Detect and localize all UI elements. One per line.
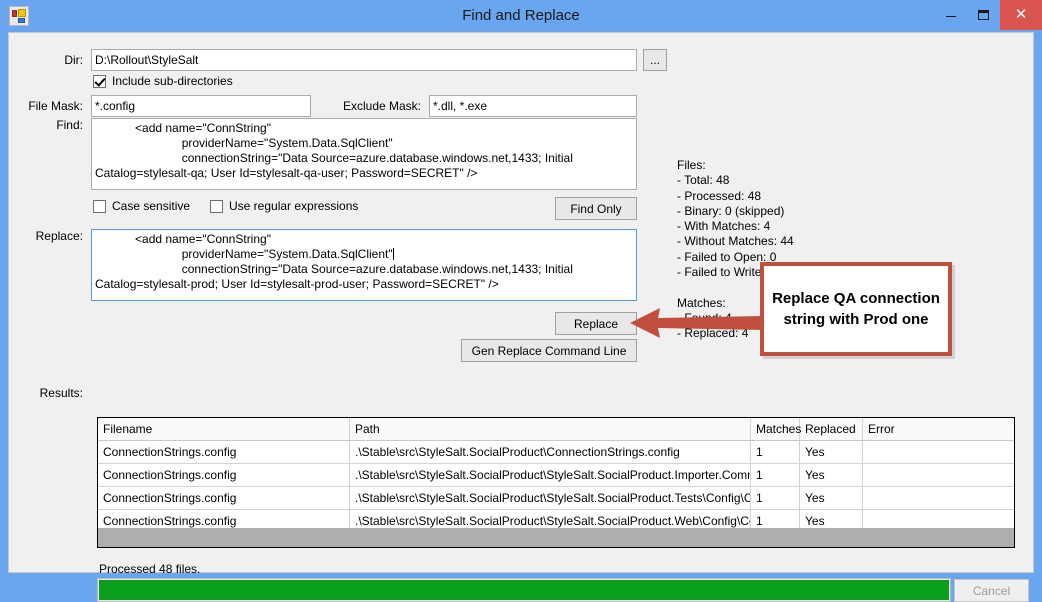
find-only-button[interactable]: Find Only [555,197,637,220]
cell-matches: 1 [751,441,800,463]
results-grid-header: Filename Path Matches Replaced Error [98,418,1014,441]
cell-path: .\Stable\src\StyleSalt.SocialProduct\Sty… [350,487,751,509]
find-and-replace-window: Find and Replace ✕ Dir: D:\Rollout\Style… [0,0,1042,602]
cell-error [863,464,1014,486]
include-subdirectories-label: Include sub-directories [112,74,233,88]
cell-path: .\Stable\src\StyleSalt.SocialProduct\Sty… [350,464,751,486]
case-sensitive-label: Case sensitive [112,199,191,213]
window-title: Find and Replace [462,7,580,24]
table-row[interactable]: ConnectionStrings.config .\Stable\src\St… [98,441,1014,464]
title-bar: Find and Replace ✕ [0,0,1042,32]
status-message: Processed 48 files. [99,562,201,576]
text-caret [392,248,394,260]
cell-error [863,487,1014,509]
cell-path: .\Stable\src\StyleSalt.SocialProduct\Con… [350,441,751,463]
annotation-arrow-icon [630,308,766,338]
cell-replaced: Yes [800,464,863,486]
gen-replace-command-line-button[interactable]: Gen Replace Command Line [461,339,637,362]
exclude-mask-label: Exclude Mask: [342,99,421,113]
column-header-filename[interactable]: Filename [98,418,350,440]
table-row[interactable]: ConnectionStrings.config .\Stable\src\St… [98,487,1014,510]
minimize-button[interactable] [934,0,967,30]
progress-bar-fill [99,580,949,600]
results-grid-filler [98,528,1014,547]
use-regex-checkbox[interactable]: Use regular expressions [210,199,358,213]
use-regex-label: Use regular expressions [229,199,359,213]
replace-textarea[interactable]: <add name="ConnString" providerName="Sys… [91,229,637,301]
replace-label: Replace: [35,229,83,243]
results-label: Results: [39,386,83,400]
column-header-error[interactable]: Error [863,418,1014,440]
cell-matches: 1 [751,464,800,486]
cell-matches: 1 [751,487,800,509]
cell-replaced: Yes [800,441,863,463]
cell-filename: ConnectionStrings.config [98,441,350,463]
column-header-replaced[interactable]: Replaced [800,418,863,440]
annotation-callout: Replace QA connection string with Prod o… [760,262,952,356]
cell-replaced: Yes [800,487,863,509]
file-mask-label: File Mask: [28,99,83,113]
find-textarea[interactable]: <add name="ConnString" providerName="Sys… [91,118,637,190]
find-label: Find: [56,118,83,132]
case-sensitive-checkbox[interactable]: Case sensitive [93,199,190,213]
maximize-button[interactable] [967,0,1000,30]
minimize-icon [946,16,956,17]
cell-filename: ConnectionStrings.config [98,464,350,486]
browse-dir-button[interactable]: ... [643,49,667,71]
dir-input[interactable]: D:\Rollout\StyleSalt [91,49,637,71]
results-grid[interactable]: Filename Path Matches Replaced Error Con… [97,417,1015,548]
cancel-button[interactable]: Cancel [954,579,1029,602]
include-subdirectories-checkbox[interactable]: Include sub-directories [93,74,233,88]
checkbox-icon [93,74,106,88]
replace-button[interactable]: Replace [555,312,637,335]
exclude-mask-input[interactable]: *.dll, *.exe [429,95,637,117]
dir-label: Dir: [64,53,83,67]
annotation-text: Replace QA connection string with Prod o… [772,290,940,328]
checkbox-icon [93,199,106,213]
column-header-path[interactable]: Path [350,418,751,440]
column-header-matches[interactable]: Matches [751,418,801,440]
maximize-icon [978,10,989,20]
cell-error [863,441,1014,463]
checkbox-icon [210,199,223,213]
progress-bar [97,578,951,602]
cell-filename: ConnectionStrings.config [98,487,350,509]
close-icon: ✕ [1014,6,1028,23]
close-button[interactable]: ✕ [1000,0,1042,30]
table-row[interactable]: ConnectionStrings.config .\Stable\src\St… [98,464,1014,487]
